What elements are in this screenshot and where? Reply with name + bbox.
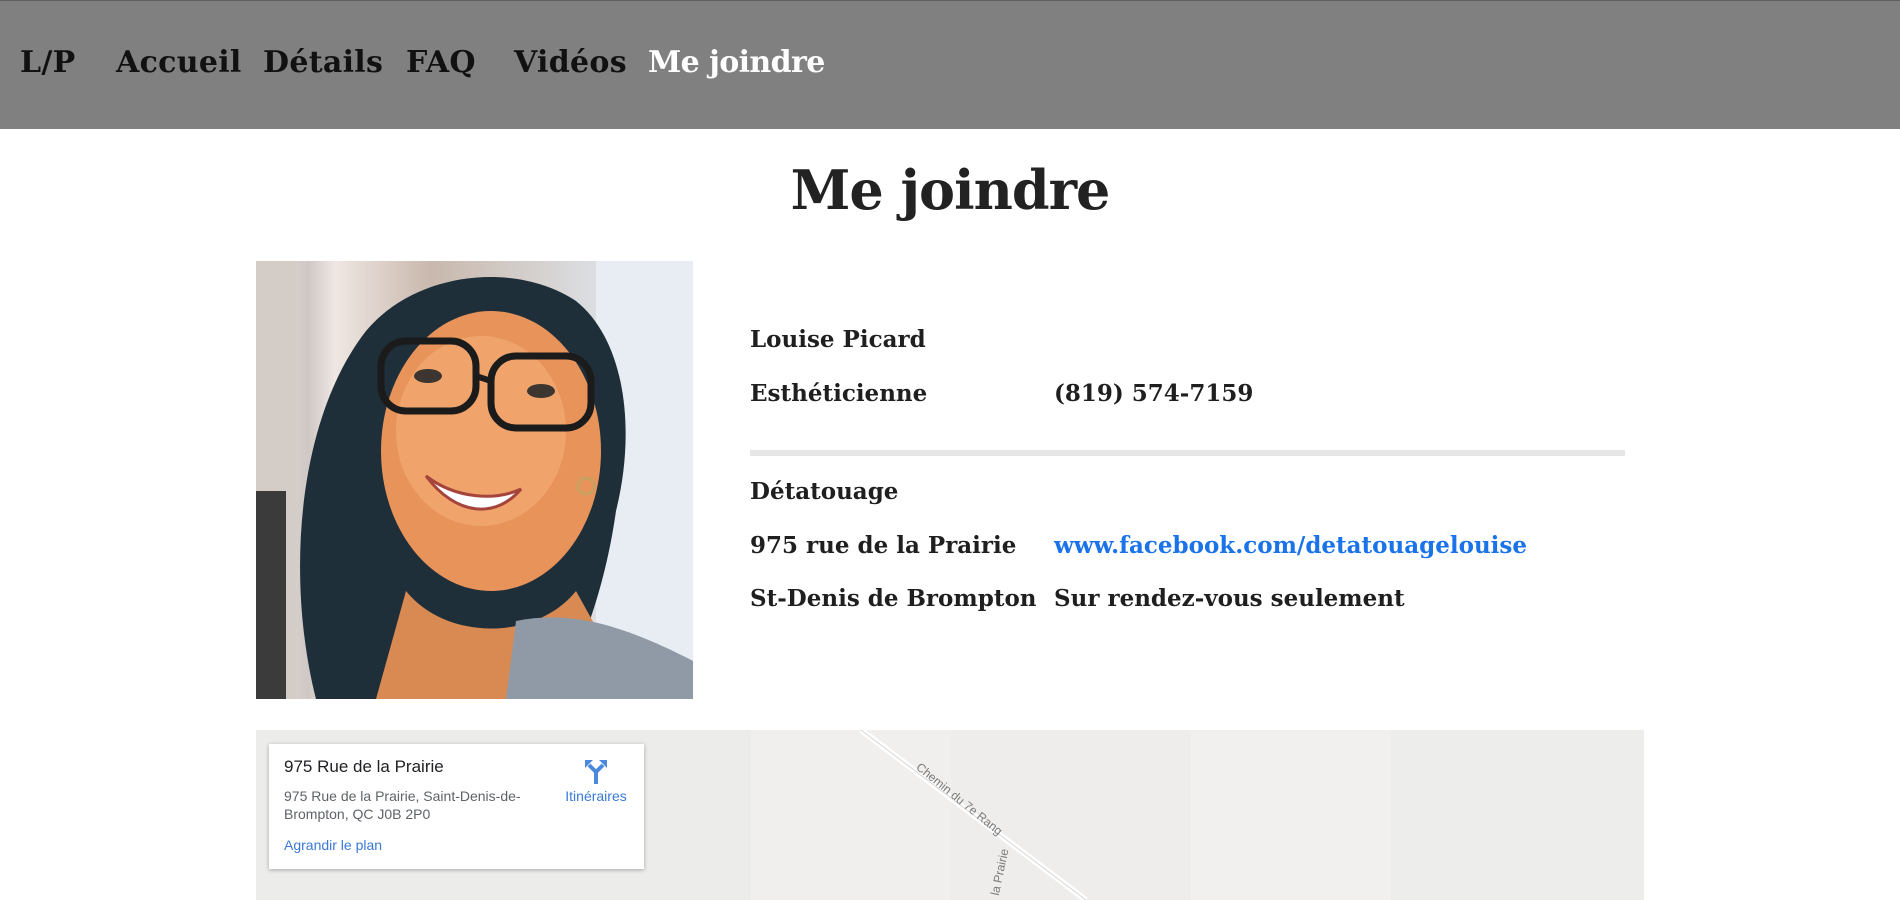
facebook-link[interactable]: www.facebook.com/detatouagelouise <box>1054 532 1527 559</box>
nav-item-details[interactable]: Détails <box>263 45 383 80</box>
directions-label: Itinéraires <box>565 788 627 804</box>
top-navigation: L/P Accueil Détails FAQ Vidéos Me joindr… <box>0 0 1900 129</box>
map-place-title: 975 Rue de la Prairie <box>284 757 444 776</box>
nav-item-me-joindre[interactable]: Me joindre <box>648 45 825 80</box>
contact-phone: (819) 574-7159 <box>1054 380 1254 407</box>
contact-city: St-Denis de Brompton <box>750 585 1037 612</box>
directions-button[interactable]: Itinéraires <box>551 758 641 808</box>
contact-role: Esthéticienne <box>750 380 928 407</box>
page-title: Me joindre <box>790 158 1111 222</box>
contact-appointment-note: Sur rendez-vous seulement <box>1054 585 1405 612</box>
contact-name: Louise Picard <box>750 326 926 353</box>
contact-street-address: 975 rue de la Prairie <box>750 532 1017 559</box>
directions-icon <box>585 760 607 784</box>
nav-brand-logo[interactable]: L/P <box>20 45 76 80</box>
contact-service: Détatouage <box>750 478 899 505</box>
portrait-photo <box>256 261 693 699</box>
embedded-map[interactable]: Chemin du 7e Rang la Prairie 975 Rue de … <box>256 730 1644 900</box>
contact-divider <box>750 450 1625 456</box>
map-place-card: 975 Rue de la Prairie 975 Rue de la Prai… <box>269 744 644 869</box>
map-place-address: 975 Rue de la Prairie, Saint-Denis-de-Br… <box>284 788 521 822</box>
nav-item-faq[interactable]: FAQ <box>406 45 476 80</box>
nav-item-accueil[interactable]: Accueil <box>116 45 242 80</box>
enlarge-map-link[interactable]: Agrandir le plan <box>284 837 382 853</box>
nav-item-videos[interactable]: Vidéos <box>514 45 627 80</box>
